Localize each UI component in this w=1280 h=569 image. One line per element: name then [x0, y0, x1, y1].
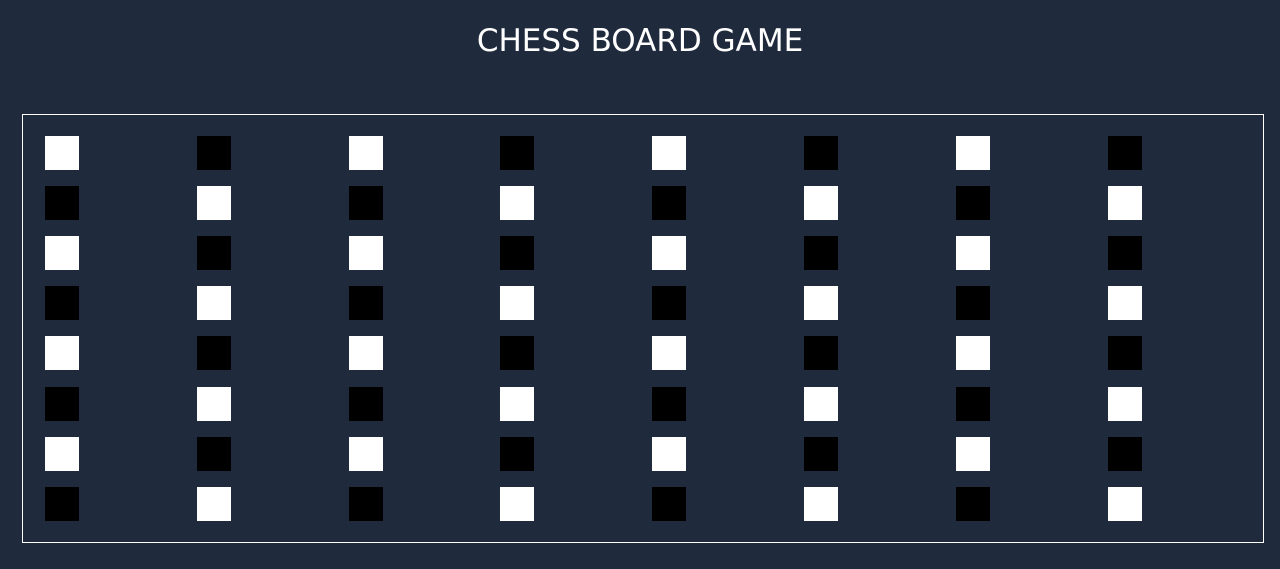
board-square-dark[interactable] [804, 336, 838, 370]
board-square-dark[interactable] [1108, 336, 1142, 370]
board-square-dark[interactable] [652, 387, 686, 421]
chess-board [22, 114, 1264, 543]
board-square-dark[interactable] [804, 136, 838, 170]
board-square-light[interactable] [956, 136, 990, 170]
board-square-light[interactable] [804, 487, 838, 521]
board-square-light[interactable] [349, 336, 383, 370]
board-square-light[interactable] [349, 136, 383, 170]
board-square-dark[interactable] [45, 387, 79, 421]
board-square-light[interactable] [349, 437, 383, 471]
board-square-light[interactable] [804, 186, 838, 220]
board-square-dark[interactable] [45, 487, 79, 521]
board-square-light[interactable] [1108, 487, 1142, 521]
board-square-dark[interactable] [1108, 136, 1142, 170]
board-square-dark[interactable] [500, 136, 534, 170]
board-square-light[interactable] [652, 136, 686, 170]
board-square-dark[interactable] [956, 186, 990, 220]
board-square-light[interactable] [45, 336, 79, 370]
board-square-light[interactable] [45, 437, 79, 471]
board-square-light[interactable] [500, 286, 534, 320]
board-square-dark[interactable] [349, 487, 383, 521]
board-square-dark[interactable] [197, 136, 231, 170]
board-square-light[interactable] [652, 437, 686, 471]
board-square-light[interactable] [45, 136, 79, 170]
board-square-dark[interactable] [349, 387, 383, 421]
board-square-light[interactable] [349, 236, 383, 270]
board-square-light[interactable] [500, 387, 534, 421]
board-square-dark[interactable] [45, 186, 79, 220]
board-square-light[interactable] [652, 236, 686, 270]
page-title: CHESS BOARD GAME [476, 23, 804, 59]
board-square-dark[interactable] [652, 186, 686, 220]
board-square-light[interactable] [500, 186, 534, 220]
board-square-light[interactable] [652, 336, 686, 370]
board-square-dark[interactable] [956, 387, 990, 421]
board-square-dark[interactable] [1108, 437, 1142, 471]
board-square-light[interactable] [1108, 186, 1142, 220]
board-square-dark[interactable] [804, 236, 838, 270]
board-square-dark[interactable] [349, 286, 383, 320]
board-square-light[interactable] [956, 336, 990, 370]
board-square-light[interactable] [45, 236, 79, 270]
board-square-dark[interactable] [652, 286, 686, 320]
board-square-light[interactable] [804, 387, 838, 421]
board-square-dark[interactable] [804, 437, 838, 471]
board-square-dark[interactable] [197, 236, 231, 270]
board-square-light[interactable] [804, 286, 838, 320]
board-square-light[interactable] [197, 186, 231, 220]
board-square-dark[interactable] [500, 437, 534, 471]
board-square-dark[interactable] [45, 286, 79, 320]
board-square-light[interactable] [197, 487, 231, 521]
board-square-dark[interactable] [1108, 236, 1142, 270]
board-square-light[interactable] [1108, 387, 1142, 421]
board-square-dark[interactable] [500, 236, 534, 270]
board-square-dark[interactable] [197, 437, 231, 471]
board-square-light[interactable] [197, 286, 231, 320]
board-square-dark[interactable] [652, 487, 686, 521]
board-square-light[interactable] [1108, 286, 1142, 320]
board-square-dark[interactable] [349, 186, 383, 220]
board-square-dark[interactable] [197, 336, 231, 370]
board-square-light[interactable] [956, 236, 990, 270]
board-square-light[interactable] [197, 387, 231, 421]
board-square-dark[interactable] [956, 487, 990, 521]
board-square-light[interactable] [956, 437, 990, 471]
board-square-light[interactable] [500, 487, 534, 521]
board-square-dark[interactable] [500, 336, 534, 370]
board-square-dark[interactable] [956, 286, 990, 320]
